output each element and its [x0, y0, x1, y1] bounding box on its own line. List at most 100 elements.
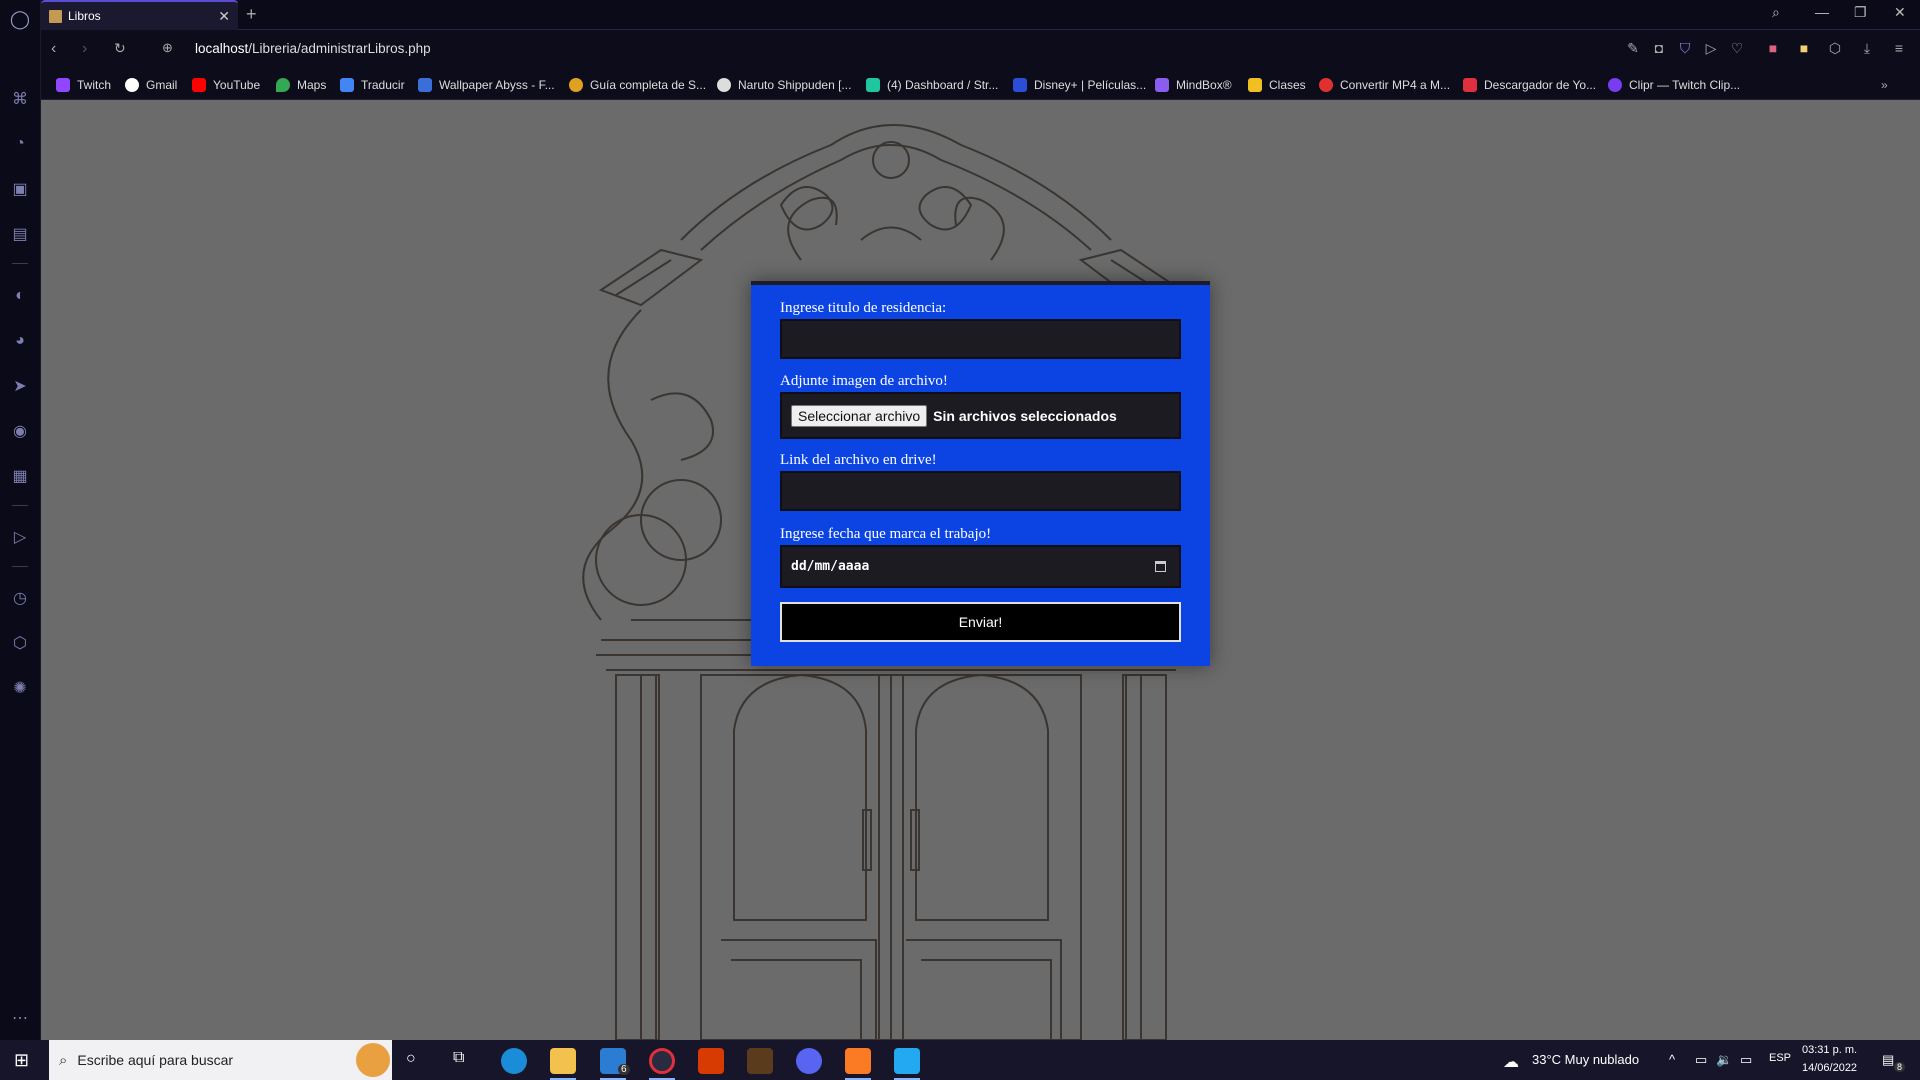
extension-icon[interactable]: ■: [1764, 40, 1782, 58]
sidebar-separator: [12, 505, 28, 506]
date-input[interactable]: dd/mm/aaaa: [780, 545, 1181, 588]
task-view-icon[interactable]: ⧉: [453, 1049, 464, 1067]
cortana-icon[interactable]: ○: [406, 1050, 416, 1068]
drive-link-label: Link del archivo en drive!: [780, 452, 937, 468]
tab-title: Libros: [68, 9, 101, 23]
classroom-icon: [1248, 78, 1262, 92]
guide-icon: [569, 78, 583, 92]
bookmark-maps[interactable]: Maps: [276, 76, 326, 94]
edit-icon[interactable]: ✎: [1624, 40, 1642, 58]
bookmark-mindbox[interactable]: MindBox®: [1155, 76, 1232, 94]
history-clock-icon[interactable]: ◷: [10, 588, 30, 608]
select-file-button[interactable]: Seleccionar archivo: [791, 404, 928, 427]
bookmark-label: Maps: [297, 78, 327, 92]
clock-date[interactable]: 14/06/2022: [1802, 1062, 1857, 1074]
minimize-icon[interactable]: —: [1815, 4, 1829, 20]
gamepad-icon[interactable]: ⌘: [10, 89, 30, 109]
discord-icon[interactable]: ▦: [10, 466, 30, 486]
search-tabs-icon[interactable]: ⌕: [1772, 4, 1780, 21]
bookmark-clipr[interactable]: Clipr — Twitch Clip...: [1608, 76, 1740, 94]
clock-time[interactable]: 03:31 p. m.: [1802, 1044, 1857, 1056]
restore-icon[interactable]: ❐: [1854, 4, 1867, 21]
telegram-icon[interactable]: ➤: [10, 376, 30, 396]
download-icon[interactable]: ⤓: [1858, 40, 1876, 58]
bookmark-youtube[interactable]: YouTube: [192, 76, 260, 94]
more-dots-icon[interactable]: ⋯: [10, 1008, 30, 1028]
converter-icon: [1319, 78, 1333, 92]
whatsapp-icon[interactable]: ◕: [10, 331, 30, 351]
file-explorer-icon[interactable]: [550, 1048, 576, 1074]
volume-icon[interactable]: 🔉: [1716, 1052, 1732, 1068]
mail-badge: 6: [618, 1064, 630, 1075]
new-tab-button[interactable]: +: [246, 4, 257, 25]
menu-icon[interactable]: ≡: [1890, 40, 1908, 58]
cube-extension-icon[interactable]: ⬡: [1826, 40, 1844, 58]
speedometer-icon[interactable]: ◔: [10, 134, 30, 154]
bookmark-traducir[interactable]: Traducir: [340, 76, 405, 94]
tab-favicon-icon: [49, 9, 62, 23]
bookmark-label: Wallpaper Abyss - F...: [439, 78, 555, 92]
tray-chevron-icon[interactable]: ^: [1669, 1052, 1675, 1067]
cube-icon[interactable]: ⬡: [10, 633, 30, 653]
taskbar-search-box[interactable]: ⌕ Escribe aquí para buscar: [49, 1040, 392, 1080]
messenger-icon[interactable]: ◐: [10, 286, 30, 306]
reload-icon[interactable]: ↻: [114, 40, 126, 57]
opera-logo-icon[interactable]: ◯: [10, 9, 30, 29]
bookmark-wallpaper-abyss[interactable]: Wallpaper Abyss - F...: [418, 76, 555, 94]
minecraft-icon[interactable]: [747, 1048, 773, 1074]
office-icon[interactable]: [698, 1048, 724, 1074]
close-window-icon[interactable]: ✕: [1894, 4, 1906, 21]
bookmark-dashboard[interactable]: (4) Dashboard / Str...: [866, 76, 998, 94]
bookmark-guia[interactable]: Guía completa de S...: [569, 76, 706, 94]
sidebar-separator: [12, 566, 28, 567]
submit-button[interactable]: Enviar!: [780, 602, 1181, 642]
twitter-icon[interactable]: ◉: [10, 421, 30, 441]
meet-now-icon[interactable]: ▭: [1695, 1052, 1707, 1068]
bookmark-descargador[interactable]: Descargador de Yo...: [1463, 76, 1596, 94]
opera-icon[interactable]: [649, 1048, 675, 1074]
flow-send-icon[interactable]: ▷: [1702, 40, 1720, 58]
bookmark-label: Twitch: [77, 78, 112, 92]
date-placeholder: dd/mm/aaaa: [791, 559, 870, 574]
title-input[interactable]: [780, 319, 1181, 359]
player-icon[interactable]: ▷: [10, 527, 30, 547]
bookmark-label: Clipr — Twitch Clip...: [1629, 78, 1741, 92]
settings-gear-icon[interactable]: ✺: [10, 678, 30, 698]
windows-start-icon[interactable]: ⊞: [14, 1050, 29, 1071]
language-indicator[interactable]: ESP: [1769, 1052, 1791, 1064]
edge-icon[interactable]: [501, 1048, 527, 1074]
heart-icon[interactable]: ♡: [1728, 40, 1746, 58]
drive-link-input[interactable]: [780, 471, 1181, 511]
forward-icon[interactable]: ›: [82, 40, 87, 58]
bookmark-gmail[interactable]: Gmail: [125, 76, 177, 94]
twitch-icon: [56, 78, 70, 92]
briefcase-icon[interactable]: ▣: [10, 179, 30, 199]
xampp-icon[interactable]: [845, 1048, 871, 1074]
wallet-icon[interactable]: ■: [1795, 40, 1813, 58]
weather-text[interactable]: 33°C Muy nublado: [1532, 1052, 1639, 1067]
bookmark-convertir[interactable]: Convertir MP4 a M...: [1319, 76, 1450, 94]
back-icon[interactable]: ‹: [51, 40, 56, 58]
camera-icon[interactable]: ◘: [1650, 40, 1668, 58]
page-viewport: Ingrese titulo de residencia: Adjunte im…: [41, 100, 1920, 1040]
network-icon[interactable]: ▭: [1740, 1052, 1752, 1068]
url-field[interactable]: localhost/Libreria/administrarLibros.php: [195, 41, 431, 56]
vscode-icon[interactable]: [894, 1048, 920, 1074]
close-tab-icon[interactable]: ✕: [218, 8, 230, 25]
more-bookmarks-icon[interactable]: »: [1881, 76, 1888, 94]
vpn-shield-icon[interactable]: ⛉: [1676, 40, 1694, 58]
site-info-icon[interactable]: ⊕: [162, 40, 173, 56]
bookmark-disney[interactable]: Disney+ | Películas...: [1013, 76, 1146, 94]
bookmark-label: Convertir MP4 a M...: [1340, 78, 1451, 92]
bookmark-twitch[interactable]: Twitch: [56, 76, 111, 94]
calendar-icon[interactable]: [1155, 561, 1166, 572]
file-input[interactable]: Seleccionar archivo Sin archivos selecci…: [780, 392, 1181, 439]
bookmark-naruto[interactable]: Naruto Shippuden [...: [717, 76, 851, 94]
discord-icon[interactable]: [796, 1048, 822, 1074]
twitch-icon[interactable]: ▤: [10, 224, 30, 244]
tab-libros[interactable]: Libros ✕: [41, 0, 238, 30]
bookmark-clases[interactable]: Clases: [1248, 76, 1306, 94]
cloud-weather-icon[interactable]: ☁: [1503, 1052, 1519, 1072]
notifications-icon[interactable]: ▤: [1882, 1052, 1894, 1068]
disney-icon: [1013, 78, 1027, 92]
